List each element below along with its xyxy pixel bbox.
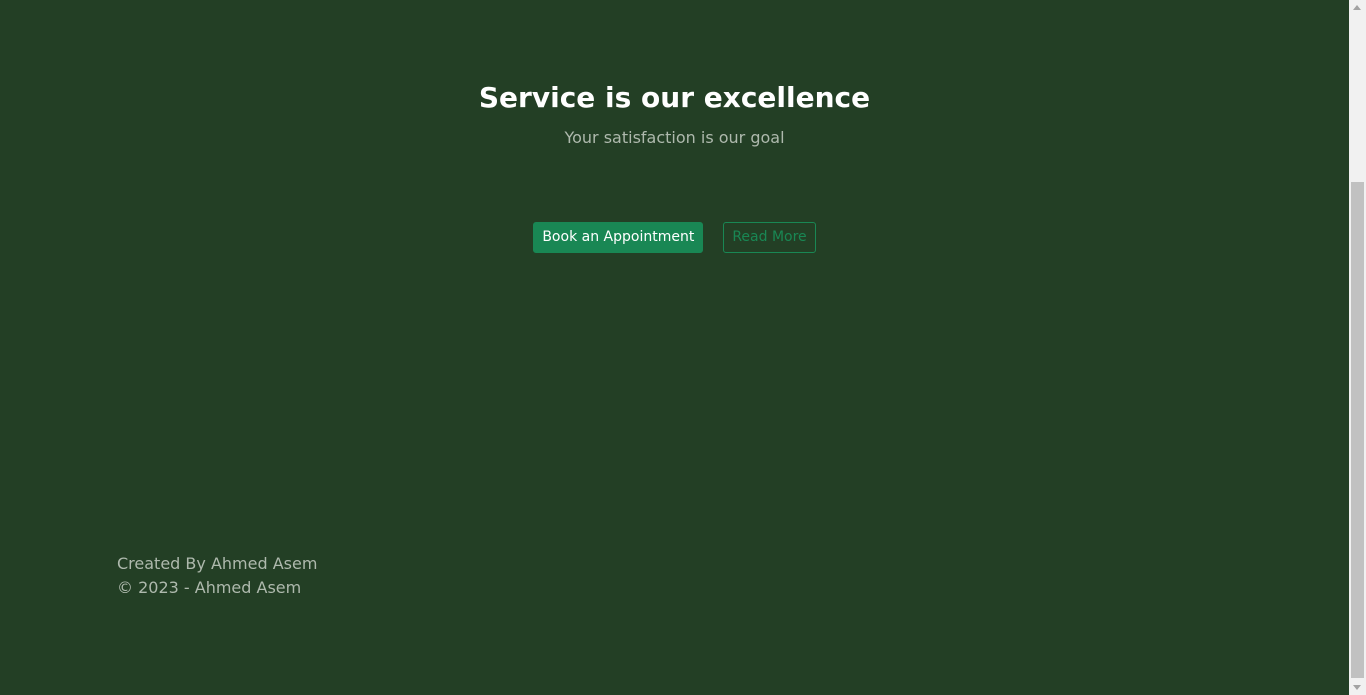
scroll-up-arrow-icon[interactable] bbox=[1353, 5, 1361, 10]
hero-title: Service is our excellence bbox=[478, 81, 871, 114]
vertical-scrollbar[interactable] bbox=[1349, 0, 1366, 695]
scroll-down-arrow-icon[interactable] bbox=[1353, 685, 1361, 690]
hero-section: Service is our excellence Your satisfact… bbox=[0, 80, 1349, 148]
scrollbar-thumb[interactable] bbox=[1351, 182, 1364, 678]
footer-copyright: © 2023 - Ahmed Asem bbox=[117, 578, 302, 597]
read-more-button[interactable]: Read More bbox=[723, 222, 816, 253]
footer-credit: Created By Ahmed Asem bbox=[117, 554, 318, 573]
footer: Created By Ahmed Asem © 2023 - Ahmed Ase… bbox=[117, 552, 317, 600]
page: Service is our excellence Your satisfact… bbox=[0, 0, 1349, 695]
hero-subtitle: Your satisfaction is our goal bbox=[564, 128, 785, 147]
book-appointment-button[interactable]: Book an Appointment bbox=[533, 222, 704, 253]
hero-actions: Book an Appointment Read More bbox=[0, 222, 1349, 253]
